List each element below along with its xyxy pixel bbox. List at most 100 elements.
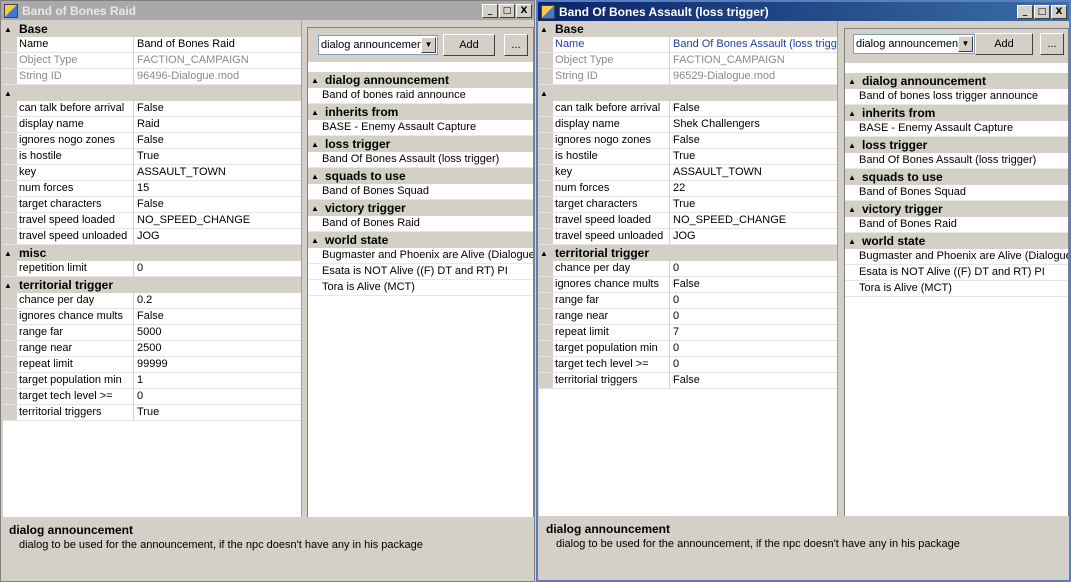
property-row[interactable]: travel speed unloaded JOG: [539, 229, 837, 245]
property-row[interactable]: Name Band Of Bones Assault (loss trigger): [539, 37, 837, 53]
reference-item[interactable]: Band of Bones Raid: [308, 216, 533, 232]
reference-group-header[interactable]: ▲ inherits from: [845, 105, 1068, 121]
category-header[interactable]: ▲ territorial trigger: [3, 277, 301, 293]
property-row[interactable]: display name Shek Challengers: [539, 117, 837, 133]
property-value[interactable]: 0: [134, 389, 301, 404]
reference-item[interactable]: Tora is Alive (MCT): [308, 280, 533, 296]
property-value[interactable]: Band of Bones Raid: [134, 37, 301, 52]
reference-item[interactable]: BASE - Enemy Assault Capture: [308, 120, 533, 136]
reference-item[interactable]: Band of bones raid announce: [308, 88, 533, 104]
property-value[interactable]: 5000: [134, 325, 301, 340]
collapse-toggle-icon[interactable]: ▲: [308, 76, 322, 85]
property-value[interactable]: True: [670, 149, 837, 164]
reference-group-header[interactable]: ▲ squads to use: [308, 168, 533, 184]
property-value[interactable]: False: [670, 277, 837, 292]
property-row[interactable]: target tech level >= 0: [3, 389, 301, 405]
reference-item[interactable]: Band Of Bones Assault (loss trigger): [308, 152, 533, 168]
property-row[interactable]: repeat limit 7: [539, 325, 837, 341]
property-row[interactable]: target characters False: [3, 197, 301, 213]
category-header[interactable]: ▲ misc: [3, 245, 301, 261]
property-row[interactable]: num forces 15: [3, 181, 301, 197]
property-row[interactable]: range near 2500: [3, 341, 301, 357]
maximize-button[interactable]: □: [1034, 4, 1050, 19]
category-header[interactable]: ▲ territorial trigger: [539, 245, 837, 261]
collapse-toggle-icon[interactable]: ▲: [3, 89, 13, 98]
collapse-toggle-icon[interactable]: ▲: [845, 173, 859, 182]
property-row[interactable]: Object Type FACTION_CAMPAIGN: [3, 53, 301, 69]
property-row[interactable]: range near 0: [539, 309, 837, 325]
property-row[interactable]: is hostile True: [3, 149, 301, 165]
property-row[interactable]: Object Type FACTION_CAMPAIGN: [539, 53, 837, 69]
reference-item[interactable]: Band of Bones Squad: [308, 184, 533, 200]
property-row[interactable]: repetition limit 0: [3, 261, 301, 277]
property-row[interactable]: target population min 1: [3, 373, 301, 389]
property-row[interactable]: target population min 0: [539, 341, 837, 357]
property-value[interactable]: 0: [134, 261, 301, 276]
property-value[interactable]: 1: [134, 373, 301, 388]
property-value[interactable]: False: [134, 133, 301, 148]
property-value[interactable]: 0.2: [134, 293, 301, 308]
reference-item[interactable]: Esata is NOT Alive ((F) DT and RT) PI: [845, 265, 1068, 281]
property-row[interactable]: Name Band of Bones Raid: [3, 37, 301, 53]
property-value[interactable]: True: [670, 197, 837, 212]
reference-group-header[interactable]: ▲ dialog announcement: [308, 72, 533, 88]
property-row[interactable]: chance per day 0.2: [3, 293, 301, 309]
property-value[interactable]: FACTION_CAMPAIGN: [134, 53, 301, 68]
collapse-toggle-icon[interactable]: ▲: [845, 205, 859, 214]
property-value[interactable]: False: [134, 197, 301, 212]
reference-item[interactable]: Bugmaster and Phoenix are Alive (Dialogu…: [308, 248, 533, 264]
property-row[interactable]: can talk before arrival False: [3, 101, 301, 117]
close-button[interactable]: X: [1051, 4, 1067, 19]
collapse-toggle-icon[interactable]: ▲: [845, 77, 859, 86]
reference-group-header[interactable]: ▲ squads to use: [845, 169, 1068, 185]
property-value[interactable]: 0: [670, 341, 837, 356]
property-value[interactable]: 15: [134, 181, 301, 196]
property-row[interactable]: ignores nogo zones False: [3, 133, 301, 149]
add-button[interactable]: Add: [975, 33, 1033, 55]
right-titlebar[interactable]: Band Of Bones Assault (loss trigger) _ □…: [538, 2, 1069, 21]
reference-group-header[interactable]: ▲ loss trigger: [308, 136, 533, 152]
browse-button[interactable]: ...: [504, 34, 528, 56]
property-row[interactable]: key ASSAULT_TOWN: [539, 165, 837, 181]
property-value[interactable]: True: [134, 149, 301, 164]
left-titlebar[interactable]: Band of Bones Raid _ □ X: [1, 1, 534, 20]
property-value[interactable]: 0: [670, 261, 837, 276]
property-value[interactable]: 22: [670, 181, 837, 196]
property-value[interactable]: 96529-Dialogue.mod: [670, 69, 837, 84]
property-value[interactable]: False: [134, 309, 301, 324]
reference-group-header[interactable]: ▲ victory trigger: [845, 201, 1068, 217]
collapse-toggle-icon[interactable]: ▲: [308, 172, 322, 181]
property-value[interactable]: 99999: [134, 357, 301, 372]
property-row[interactable]: ignores nogo zones False: [539, 133, 837, 149]
property-value[interactable]: ASSAULT_TOWN: [670, 165, 837, 180]
property-value[interactable]: Raid: [134, 117, 301, 132]
property-value[interactable]: 96496-Dialogue.mod: [134, 69, 301, 84]
property-value[interactable]: JOG: [134, 229, 301, 244]
property-row[interactable]: repeat limit 99999: [3, 357, 301, 373]
property-value[interactable]: 2500: [134, 341, 301, 356]
collapse-toggle-icon[interactable]: ▲: [845, 237, 859, 246]
property-value[interactable]: NO_SPEED_CHANGE: [134, 213, 301, 228]
reference-type-select[interactable]: dialog announcement ▼: [853, 34, 975, 54]
category-header[interactable]: ▲ Base: [539, 21, 837, 37]
property-row[interactable]: target characters True: [539, 197, 837, 213]
property-row[interactable]: String ID 96496-Dialogue.mod: [3, 69, 301, 85]
collapse-toggle-icon[interactable]: ▲: [845, 141, 859, 150]
close-button[interactable]: X: [516, 3, 532, 18]
property-value[interactable]: False: [670, 133, 837, 148]
collapse-toggle-icon[interactable]: ▲: [308, 108, 322, 117]
collapse-toggle-icon[interactable]: ▲: [539, 249, 549, 258]
chevron-down-icon[interactable]: ▼: [421, 37, 436, 53]
property-row[interactable]: territorial triggers True: [3, 405, 301, 421]
minimize-button[interactable]: _: [482, 3, 498, 18]
collapse-toggle-icon[interactable]: ▲: [3, 281, 13, 290]
category-header[interactable]: ▲: [539, 85, 837, 101]
category-header[interactable]: ▲ Base: [3, 21, 301, 37]
collapse-toggle-icon[interactable]: ▲: [3, 25, 13, 34]
property-row[interactable]: is hostile True: [539, 149, 837, 165]
chevron-down-icon[interactable]: ▼: [958, 36, 973, 52]
property-value[interactable]: NO_SPEED_CHANGE: [670, 213, 837, 228]
category-header[interactable]: ▲: [3, 85, 301, 101]
reference-item[interactable]: BASE - Enemy Assault Capture: [845, 121, 1068, 137]
reference-group-header[interactable]: ▲ loss trigger: [845, 137, 1068, 153]
